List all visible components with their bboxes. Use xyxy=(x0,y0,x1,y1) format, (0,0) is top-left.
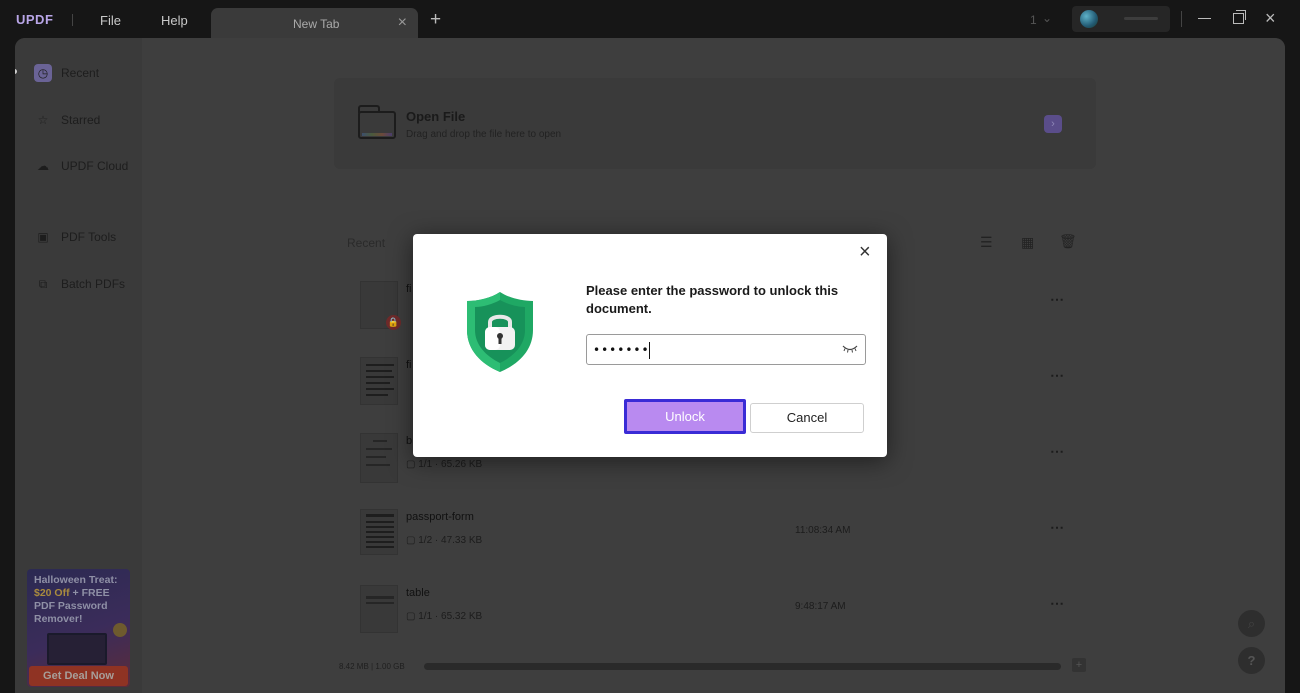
open-file-card[interactable]: Open File Drag and drop the file here to… xyxy=(334,78,1096,169)
more-options-icon[interactable]: ⋯ xyxy=(1050,443,1065,460)
avatar xyxy=(1080,10,1098,28)
file-thumbnail: 🔒 xyxy=(360,281,401,330)
lock-icon: 🔒 xyxy=(386,315,401,330)
add-tab-icon[interactable]: + xyxy=(430,9,441,31)
window-controls-divider xyxy=(1181,11,1182,27)
file-name: table xyxy=(406,587,430,599)
more-options-icon[interactable]: ⋯ xyxy=(1050,291,1065,308)
clock-icon: ◷ xyxy=(34,64,52,82)
file-meta: ▢ 1/2 · 47.33 KB xyxy=(406,535,483,546)
sidebar-item-label: Starred xyxy=(61,113,101,127)
file-meta: ▢ 1/1 · 65.26 KB xyxy=(406,459,483,470)
sidebar-item-recent[interactable]: ◷ Recent xyxy=(31,58,135,88)
file-row[interactable]: table ▢ 1/1 · 65.32 KB 9:48:17 AM ⋯ xyxy=(360,585,1090,645)
account-button[interactable] xyxy=(1072,6,1170,32)
help-icon[interactable]: ? xyxy=(1238,647,1265,674)
text-caret xyxy=(649,342,650,359)
sidebar-item-label: UPDF Cloud xyxy=(61,159,129,173)
restore-icon[interactable] xyxy=(1233,10,1246,24)
sidebar-item-label: PDF Tools xyxy=(61,230,117,244)
get-deal-button[interactable]: Get Deal Now xyxy=(29,666,128,686)
storage-usage-bar xyxy=(424,663,1061,670)
storage-usage-text: 8.42 MB | 1.00 GB xyxy=(339,662,405,671)
star-icon: ☆ xyxy=(37,113,49,127)
cancel-button[interactable]: Cancel xyxy=(750,403,864,433)
open-file-subtitle: Drag and drop the file here to open xyxy=(406,129,562,140)
open-file-title: Open File xyxy=(406,109,466,124)
trash-icon[interactable]: 🗑 xyxy=(1059,233,1077,250)
sidebar-item-label: Recent xyxy=(61,66,100,80)
menu-file[interactable]: File xyxy=(100,13,121,28)
file-thumbnail xyxy=(360,585,398,633)
tab-close-icon[interactable]: × xyxy=(398,14,407,32)
file-name: b xyxy=(406,435,413,447)
file-name: fi xyxy=(406,359,412,371)
file-name: fi xyxy=(406,283,412,295)
recent-heading: Recent xyxy=(347,236,386,250)
batch-icon: ⧉ xyxy=(38,276,48,291)
password-dialog: × Please enter the password to unlock th… xyxy=(413,234,887,457)
file-thumbnail xyxy=(360,509,398,555)
tab-new-tab[interactable]: New Tab × xyxy=(211,8,418,40)
more-options-icon[interactable]: ⋯ xyxy=(1050,367,1065,384)
eye-closed-icon[interactable] xyxy=(842,344,858,354)
close-window-icon[interactable]: × xyxy=(1265,8,1276,29)
add-storage-icon[interactable]: + xyxy=(1072,658,1086,672)
sidebar-item-updf-cloud[interactable]: ☁ UPDF Cloud xyxy=(31,151,135,181)
sidebar-item-batch-pdfs[interactable]: ⧉ Batch PDFs xyxy=(31,269,135,299)
account-name-placeholder xyxy=(1124,17,1158,20)
password-field[interactable] xyxy=(586,334,866,365)
sidebar-item-starred[interactable]: ☆ Starred xyxy=(31,105,135,135)
list-view-icon[interactable]: ☰ xyxy=(980,234,993,251)
chevron-right-icon[interactable]: › xyxy=(1044,115,1062,133)
close-icon[interactable]: × xyxy=(859,242,871,262)
folder-icon xyxy=(358,105,396,139)
file-name: passport-form xyxy=(406,511,474,523)
window-count[interactable]: 1 xyxy=(1030,13,1037,27)
promo-text: Halloween Treat: $20 Off + FREE PDF Pass… xyxy=(34,574,118,625)
more-options-icon[interactable]: ⋯ xyxy=(1050,595,1065,612)
unlock-button[interactable]: Unlock xyxy=(624,399,746,434)
file-thumbnail xyxy=(360,357,398,405)
promo-banner[interactable]: Halloween Treat: $20 Off + FREE PDF Pass… xyxy=(27,569,130,687)
shield-lock-icon xyxy=(467,292,533,372)
file-row[interactable]: passport-form ▢ 1/2 · 47.33 KB 11:08:34 … xyxy=(360,509,1090,569)
promo-laptop-icon xyxy=(47,633,107,665)
search-icon[interactable]: ⌕ xyxy=(1238,610,1265,637)
sidebar: ◷ Recent ☆ Starred ☁ UPDF Cloud ▣ PDF To… xyxy=(15,38,142,693)
chevron-down-icon[interactable]: ⌄ xyxy=(1042,11,1052,25)
app-logo: UPDF xyxy=(16,12,54,27)
cloud-icon: ☁ xyxy=(37,159,49,173)
active-indicator xyxy=(15,69,17,74)
title-bar: UPDF File Help New Tab × + 1 ⌄ × xyxy=(0,0,1300,40)
more-options-icon[interactable]: ⋯ xyxy=(1050,519,1065,536)
file-time: 11:08:34 AM xyxy=(795,525,851,536)
tab-label: New Tab xyxy=(293,17,340,31)
title-divider xyxy=(72,14,73,26)
sidebar-item-label: Batch PDFs xyxy=(61,277,126,291)
file-thumbnail xyxy=(360,433,398,483)
password-input[interactable] xyxy=(593,339,833,361)
menu-help[interactable]: Help xyxy=(161,13,188,28)
file-meta: ▢ 1/1 · 65.32 KB xyxy=(406,611,483,622)
toolbox-icon: ▣ xyxy=(37,230,49,244)
moon-icon xyxy=(113,623,127,637)
file-time: 9:48:17 AM xyxy=(795,601,846,612)
grid-view-icon[interactable]: ▦ xyxy=(1021,234,1034,251)
minimize-icon[interactable] xyxy=(1198,18,1211,19)
sidebar-item-pdf-tools[interactable]: ▣ PDF Tools xyxy=(31,222,135,252)
dialog-message: Please enter the password to unlock this… xyxy=(586,283,839,316)
